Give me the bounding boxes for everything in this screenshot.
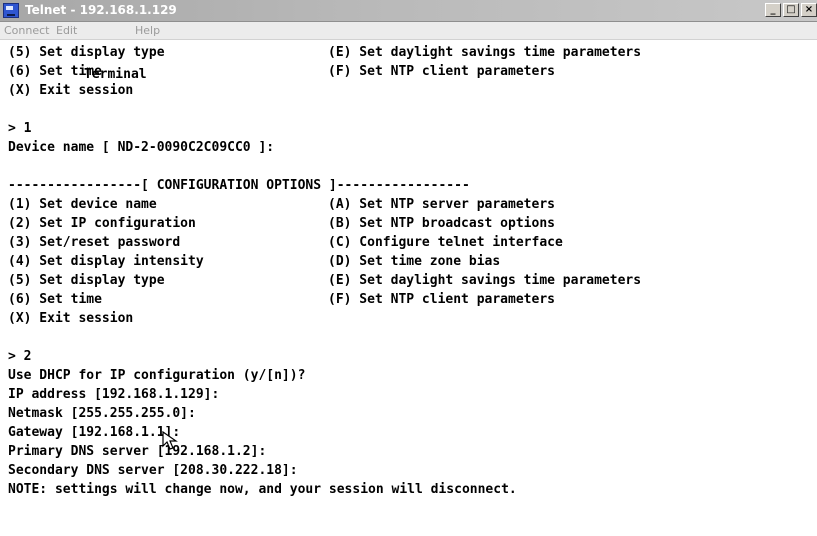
terminal-line-1-right: (E) Set daylight savings time parameters — [328, 45, 642, 60]
terminal-line-18-left: Use DHCP for IP configuration (y/[n])? — [8, 368, 306, 383]
terminal-line-15-left: (X) Exit session — [8, 311, 134, 326]
terminal-line-9-right: (A) Set NTP server parameters — [328, 197, 555, 212]
terminal-line-14-left: (6) Set time — [8, 292, 102, 307]
terminal-line-13-left: (5) Set display type — [8, 273, 165, 288]
terminal-line-13-right: (E) Set daylight savings time parameters — [328, 273, 642, 288]
terminal-line-2-right: (F) Set NTP client parameters — [328, 64, 555, 79]
terminal-line-17-left: > 2 — [8, 349, 32, 364]
terminal-line-12-right: (D) Set time zone bias — [328, 254, 501, 269]
terminal-line-11-left: (3) Set/reset password — [8, 235, 181, 250]
menu-edit[interactable]: Edit — [56, 24, 77, 37]
terminal-line-10-right: (B) Set NTP broadcast options — [328, 216, 555, 231]
maximize-icon: □ — [786, 4, 796, 15]
telnet-window: Telnet - 192.168.1.129 _ □ × Connect Edi… — [0, 0, 817, 536]
menu-bar: Connect Edit Terminal Help — [0, 22, 817, 82]
terminal-line-9-left: (1) Set device name — [8, 197, 157, 212]
terminal-line-12-left: (4) Set display intensity — [8, 254, 204, 269]
window-controls: _ □ × — [765, 3, 817, 19]
window-title: Telnet - 192.168.1.129 — [25, 3, 177, 17]
terminal-line-1-left: (5) Set display type — [8, 45, 165, 60]
terminal-line-19-left: IP address [192.168.1.129]: — [8, 387, 220, 402]
terminal-line-2-left: (6) Set time — [8, 64, 102, 79]
terminal-line-10-left: (2) Set IP configuration — [8, 216, 196, 231]
terminal-line-11-right: (C) Configure telnet interface — [328, 235, 563, 250]
terminal-line-21-left: Gateway [192.168.1.1]: — [8, 425, 181, 440]
terminal-line-14-right: (F) Set NTP client parameters — [328, 292, 555, 307]
terminal-line-24-left: NOTE: settings will change now, and your… — [8, 482, 517, 497]
maximize-button[interactable]: □ — [783, 3, 799, 17]
terminal-line-5-left: > 1 — [8, 121, 32, 136]
terminal-line-20-left: Netmask [255.255.255.0]: — [8, 406, 196, 421]
minimize-icon: _ — [770, 4, 776, 15]
close-icon: × — [804, 4, 814, 15]
menu-connect[interactable]: Connect — [4, 24, 49, 37]
terminal-line-8-left: -----------------[ CONFIGURATION OPTIONS… — [8, 178, 470, 193]
terminal-line-23-left: Secondary DNS server [208.30.222.18]: — [8, 463, 298, 478]
telnet-app-icon — [3, 3, 19, 18]
window-titlebar[interactable]: Telnet - 192.168.1.129 _ □ × — [0, 0, 817, 22]
terminal-output[interactable]: (5) Set display type (E) Set daylight sa… — [8, 43, 816, 523]
terminal-line-6-left: Device name [ ND-2-0090C2C09CC0 ]: — [8, 140, 275, 155]
minimize-button[interactable]: _ — [765, 3, 781, 17]
menu-help[interactable]: Help — [135, 24, 160, 37]
terminal-line-3-left: (X) Exit session — [8, 83, 134, 98]
close-button[interactable]: × — [801, 3, 817, 17]
terminal-line-22-left: Primary DNS server [192.168.1.2]: — [8, 444, 267, 459]
